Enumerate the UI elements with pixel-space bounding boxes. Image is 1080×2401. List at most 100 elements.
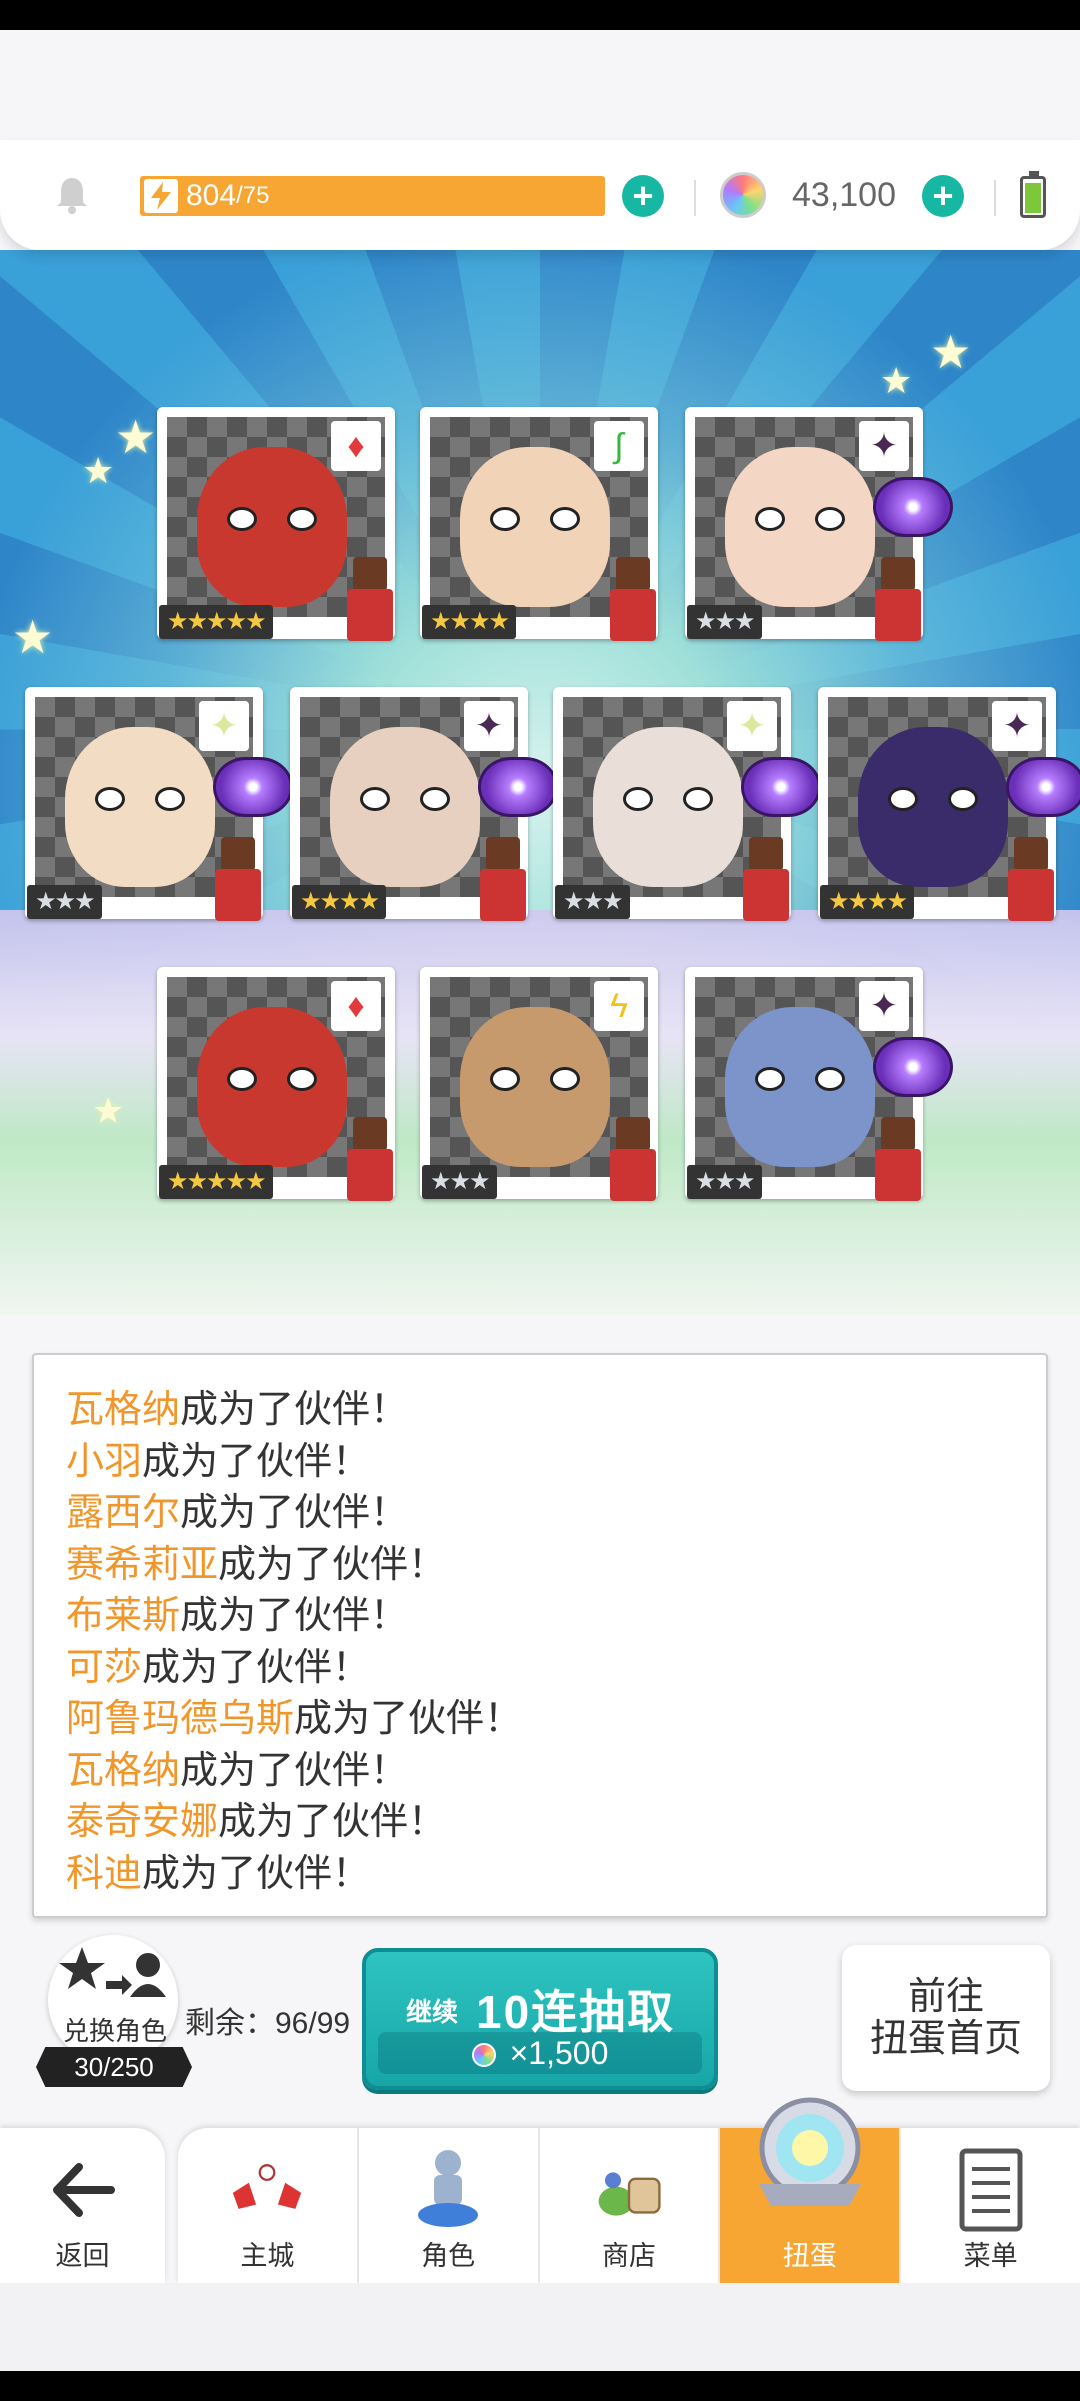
rarity-stars: ★★★	[27, 885, 102, 919]
sparkle-icon: ★	[12, 611, 54, 663]
character-face	[65, 727, 215, 887]
character-card[interactable]: ✦ ★★★	[25, 687, 293, 921]
gem-count: 43,100	[792, 176, 896, 214]
character-card[interactable]: ✦ ★★★★	[818, 687, 1080, 921]
pixel-sprite-icon	[996, 837, 1066, 927]
lightning-icon	[144, 179, 178, 213]
character-eyes	[95, 787, 185, 811]
log-suffix: 成为了伙伴！	[142, 1852, 371, 1895]
back-button[interactable]: 返回	[0, 2128, 165, 2283]
log-suffix: 成为了伙伴！	[180, 1749, 409, 1792]
character-card[interactable]: ✦ ★★★	[685, 967, 953, 1201]
awakening-orb-icon	[478, 757, 558, 817]
character-statue-icon	[408, 2150, 488, 2230]
goto-line-2: 扭蛋首页	[869, 2018, 1022, 2060]
character-card[interactable]: ✦ ★★★	[553, 687, 821, 921]
character-face	[460, 1007, 610, 1167]
sparkle-icon: ★	[82, 450, 115, 491]
tab-gacha[interactable]: 扭蛋	[718, 2097, 900, 2283]
tab-characters[interactable]: 角色	[356, 2128, 538, 2283]
log-line: 阿鲁玛德乌斯成为了伙伴！	[66, 1694, 1016, 1746]
gem-icon	[471, 2043, 496, 2067]
tab-label: 扭蛋	[782, 2241, 837, 2271]
log-suffix: 成为了伙伴！	[180, 1492, 409, 1534]
arrow-left-icon	[43, 2150, 123, 2230]
character-face	[197, 1007, 347, 1167]
fire-element-icon: ♦	[331, 421, 381, 471]
goto-line-1: 前往	[907, 1976, 984, 2018]
character-name: 布莱斯	[66, 1595, 181, 1637]
tab-label: 菜单	[963, 2241, 1018, 2271]
character-eyes	[623, 787, 713, 811]
tab-shop[interactable]: 商店	[537, 2128, 719, 2283]
pixel-sprite-icon	[863, 1117, 933, 1207]
pixel-sprite-icon	[468, 837, 538, 927]
character-face	[460, 447, 610, 607]
log-line: 瓦格纳成为了伙伴！	[66, 1746, 1016, 1798]
dark-element-icon: ✦	[859, 421, 909, 471]
log-suffix: 成为了伙伴！	[142, 1646, 371, 1689]
character-name: 阿鲁玛德乌斯	[66, 1698, 295, 1740]
rarity-stars: ★★★	[687, 1165, 762, 1199]
divider	[994, 180, 996, 216]
exchange-character-button[interactable]: 兑换角色 30/250	[36, 1935, 192, 2095]
awakening-orb-icon	[1006, 757, 1080, 817]
character-card[interactable]: ✦ ★★★★	[290, 687, 558, 921]
add-gems-button[interactable]: +	[922, 175, 964, 217]
character-eyes	[490, 507, 580, 531]
bottom-navigation: 返回 主城 角色 商店 扭蛋 菜单	[0, 2097, 1080, 2283]
gacha-result-banner: ★ ★ ★ ★ ★ ★ ♦ ★★★★★ ∫ ★★★★ ✦ ★★★ ✦ ★★★ ✦ ★★★★ ✦ ★★★…	[0, 250, 1080, 1315]
continue-10-pull-button[interactable]: 继续 10连抽取 ×1,500	[362, 1948, 718, 2090]
sparkle-icon: ★	[930, 326, 972, 378]
character-eyes	[490, 1067, 580, 1091]
sparkle-icon: ★	[115, 411, 157, 463]
tab-menu[interactable]: 菜单	[899, 2128, 1080, 2283]
pixel-sprite-icon	[731, 837, 801, 927]
character-face	[197, 447, 347, 607]
battery-icon	[1020, 171, 1046, 218]
light-element-icon: ✦	[727, 701, 777, 751]
system-status-bar	[0, 0, 1080, 30]
add-stamina-button[interactable]: +	[622, 175, 664, 217]
character-card[interactable]: ♦ ★★★★★	[157, 967, 395, 1201]
bell-icon[interactable]	[50, 172, 94, 216]
log-line: 露西尔成为了伙伴！	[66, 1488, 1016, 1540]
log-suffix: 成为了伙伴！	[142, 1440, 371, 1483]
character-name: 小羽	[66, 1440, 143, 1483]
log-suffix: 成为了伙伴！	[218, 1801, 447, 1843]
character-eyes	[755, 507, 845, 531]
thunder-element-icon: ϟ	[594, 981, 644, 1031]
dark-element-icon: ✦	[992, 701, 1042, 751]
character-eyes	[227, 507, 317, 531]
rarity-stars: ★★★	[555, 885, 630, 919]
character-card[interactable]: ϟ ★★★	[420, 967, 658, 1201]
rarity-stars: ★★★★	[422, 605, 517, 639]
awakening-orb-icon	[213, 757, 293, 817]
character-card[interactable]: ♦ ★★★★★	[157, 407, 395, 641]
goto-gacha-home-button[interactable]: 前往 扭蛋首页	[842, 1945, 1050, 2091]
remaining-count: 剩余：96/99	[185, 2007, 351, 2040]
awakening-orb-icon	[741, 757, 821, 817]
character-card[interactable]: ∫ ★★★★	[420, 407, 658, 641]
log-suffix: 成为了伙伴！	[180, 1595, 409, 1637]
tab-label: 主城	[240, 2241, 295, 2271]
resource-bar: 804 /75 + +	[0, 140, 1080, 250]
character-face	[725, 1007, 875, 1167]
exchange-count: 30/250	[36, 2047, 192, 2087]
footer-strip	[0, 2283, 1080, 2371]
acquisition-log: 瓦格纳成为了伙伴！ 小羽成为了伙伴！ 露西尔成为了伙伴！ 赛希莉亚成为了伙伴！ 布莱斯成…	[32, 1353, 1048, 1918]
character-face	[330, 727, 480, 887]
stamina-bar: 804 /75	[140, 176, 605, 216]
gem-icon	[720, 172, 766, 218]
gacha-orb-icon	[745, 2088, 875, 2218]
log-line: 瓦格纳成为了伙伴！	[66, 1385, 1016, 1437]
character-name: 瓦格纳	[66, 1389, 181, 1431]
character-eyes	[360, 787, 450, 811]
tab-label: 角色	[421, 2241, 476, 2271]
character-face	[725, 447, 875, 607]
pixel-sprite-icon	[598, 1117, 668, 1207]
rarity-stars: ★★★	[422, 1165, 497, 1199]
character-name: 露西尔	[66, 1492, 181, 1534]
character-card[interactable]: ✦ ★★★	[685, 407, 953, 641]
tab-main-city[interactable]: 主城	[178, 2128, 357, 2283]
